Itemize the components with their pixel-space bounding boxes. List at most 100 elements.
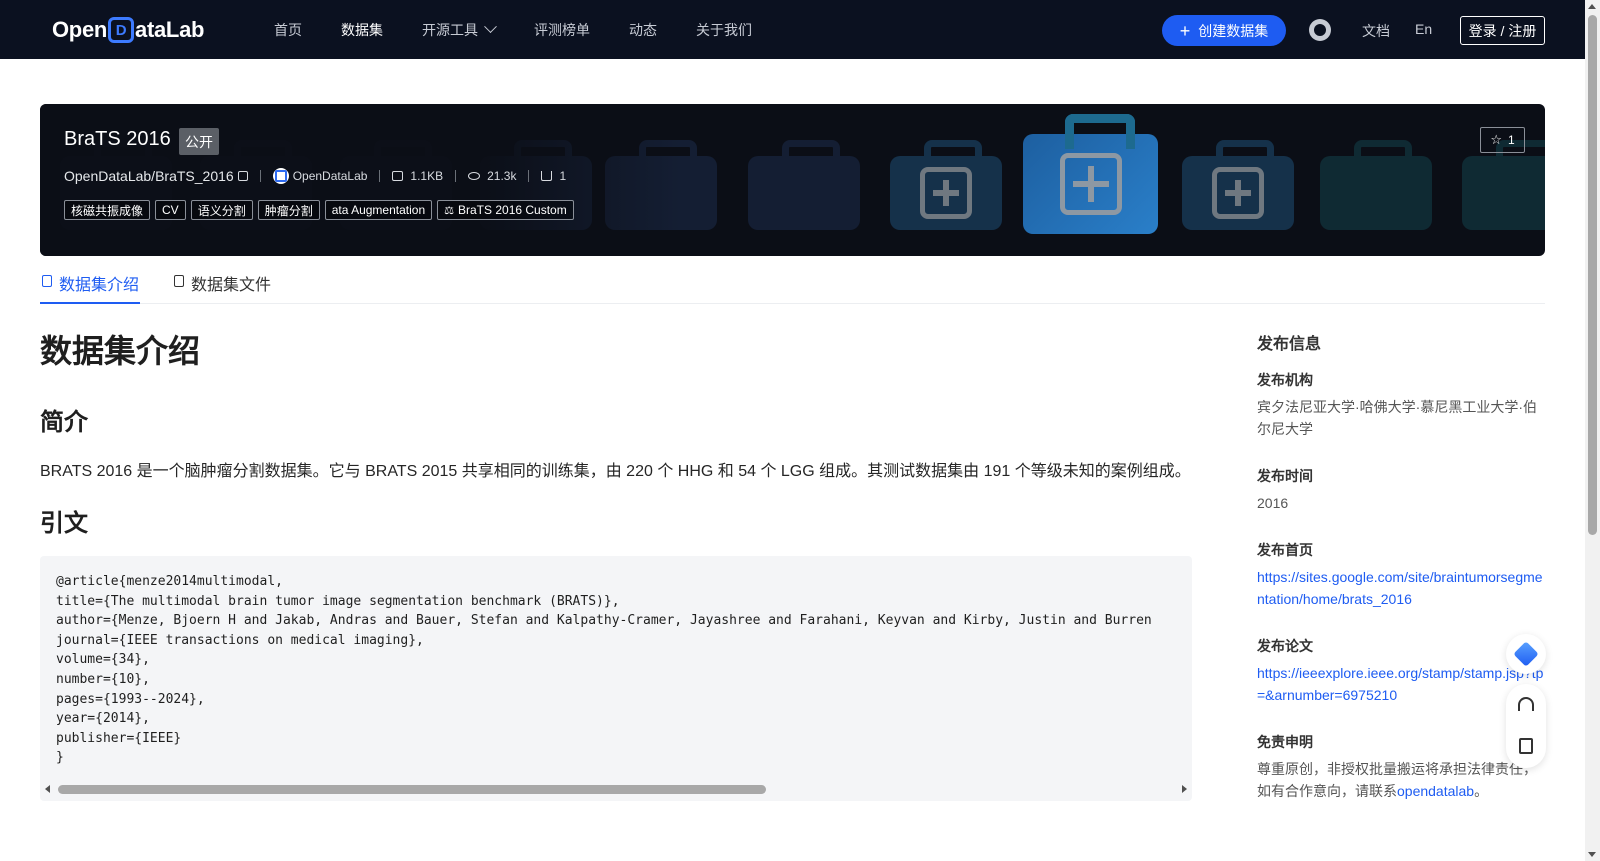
release-info-panel: 发布信息 发布机构 宾夕法尼亚大学·哈佛大学·慕尼黑工业大学·伯尔尼大学 发布时… bbox=[1257, 330, 1547, 799]
page-title: 数据集介绍 bbox=[40, 333, 201, 369]
disclaimer-end: 。 bbox=[1474, 783, 1489, 799]
database-icon bbox=[42, 275, 52, 287]
time-value: 2016 bbox=[1257, 495, 1289, 511]
tag[interactable]: 核磁共振成像 bbox=[64, 200, 151, 220]
contact-link[interactable]: opendatalab bbox=[1397, 783, 1474, 799]
license-label: BraTS 2016 Custom bbox=[458, 203, 567, 217]
star-button[interactable]: ☆ 1 bbox=[1480, 127, 1525, 153]
org-name[interactable]: OpenDataLab bbox=[293, 169, 368, 183]
top-nav: Open DataLab 首页 数据集 开源工具 评测榜单 动态 关于我们 + 创… bbox=[0, 0, 1585, 59]
language-toggle[interactable]: En bbox=[1415, 21, 1432, 37]
tab-files[interactable]: 数据集文件 bbox=[172, 271, 271, 304]
scrollbar-thumb[interactable] bbox=[1588, 15, 1597, 535]
medical-kit-icon bbox=[1182, 140, 1294, 230]
scale-icon: ⚖ bbox=[444, 204, 454, 217]
view-count: 21.3k bbox=[487, 169, 517, 183]
support-stack bbox=[1506, 684, 1546, 768]
homepage-label: 发布首页 bbox=[1257, 542, 1313, 558]
release-info-title: 发布信息 bbox=[1257, 336, 1322, 353]
eye-icon bbox=[468, 172, 481, 180]
org-avatar bbox=[272, 168, 289, 184]
headset-icon bbox=[1518, 697, 1534, 711]
nav-link-datasets[interactable]: 数据集 bbox=[341, 20, 383, 40]
tab-bar: 数据集介绍 数据集文件 bbox=[40, 266, 1545, 304]
tab-label: 数据集文件 bbox=[191, 277, 272, 294]
feedback-button[interactable] bbox=[1519, 738, 1533, 754]
star-icon: ☆ bbox=[1490, 132, 1502, 147]
tab-label: 数据集介绍 bbox=[59, 277, 140, 294]
license-tag[interactable]: ⚖ BraTS 2016 Custom bbox=[437, 200, 574, 220]
org-value: 宾夕法尼亚大学·哈佛大学·慕尼黑工业大学·伯尔尼大学 bbox=[1257, 399, 1537, 437]
horizontal-scrollbar[interactable] bbox=[40, 782, 1192, 797]
edit-note-icon bbox=[1519, 738, 1533, 754]
dataset-meta: OpenDataLab/BraTS_2016 OpenDataLab 1.1KB… bbox=[64, 166, 566, 186]
file-icon bbox=[174, 275, 184, 287]
nav-link-label: 开源工具 bbox=[422, 21, 478, 38]
paper-link[interactable]: https://ieeexplore.ieee.org/stamp/stamp.… bbox=[1257, 662, 1547, 706]
divider bbox=[455, 170, 457, 182]
create-dataset-label: 创建数据集 bbox=[1198, 22, 1269, 39]
page: Open DataLab 首页 数据集 开源工具 评测榜单 动态 关于我们 + 创… bbox=[0, 0, 1600, 861]
dataset-banner: BraTS 2016 公开 OpenDataLab/BraTS_2016 Ope… bbox=[40, 104, 1545, 256]
support-button[interactable] bbox=[1518, 697, 1534, 711]
docs-link[interactable]: 文档 bbox=[1362, 21, 1390, 41]
banner-decor-icon bbox=[1320, 140, 1432, 230]
disclaimer-label: 免责申明 bbox=[1257, 734, 1313, 750]
banner-decor-icon bbox=[748, 140, 860, 230]
scroll-down-icon[interactable] bbox=[1588, 852, 1596, 857]
citation-heading: 引文 bbox=[40, 510, 88, 537]
create-dataset-button[interactable]: + 创建数据集 bbox=[1162, 15, 1286, 46]
nav-link-label: 评测榜单 bbox=[534, 21, 590, 38]
logo[interactable]: Open DataLab bbox=[52, 14, 204, 46]
tag[interactable]: 语义分割 bbox=[190, 200, 253, 220]
nav-link-news[interactable]: 动态 bbox=[629, 20, 657, 40]
logo-text: Open bbox=[52, 17, 108, 42]
assistant-button[interactable] bbox=[1506, 634, 1546, 674]
chevron-down-icon bbox=[484, 20, 497, 34]
nav-link-tools[interactable]: 开源工具 bbox=[422, 20, 497, 40]
citation-code-block[interactable]: @article{menze2014multimodal, title={The… bbox=[40, 556, 1192, 801]
citation-code: @article{menze2014multimodal, title={The… bbox=[56, 574, 1152, 766]
login-register-button[interactable]: 登录 / 注册 bbox=[1460, 16, 1545, 45]
nav-link-label: 首页 bbox=[274, 21, 302, 38]
homepage-link[interactable]: https://sites.google.com/site/braintumor… bbox=[1257, 566, 1547, 610]
main-content: 数据集介绍 简介 BRATS 2016 是一个脑肿瘤分割数据集。它与 BRATS… bbox=[40, 326, 1192, 801]
logo-mark-icon: D bbox=[108, 17, 135, 43]
paper-label: 发布论文 bbox=[1257, 638, 1313, 654]
intro-heading: 简介 bbox=[40, 409, 88, 436]
tab-intro[interactable]: 数据集介绍 bbox=[40, 271, 140, 304]
download-icon bbox=[541, 171, 553, 181]
dataset-size: 1.1KB bbox=[410, 169, 444, 183]
github-icon[interactable] bbox=[1309, 19, 1331, 41]
nav-link-home[interactable]: 首页 bbox=[274, 20, 302, 40]
divider bbox=[379, 170, 381, 182]
visibility-badge: 公开 bbox=[179, 128, 219, 155]
logo-text-2: ataLab bbox=[135, 17, 205, 42]
disclaimer-text: 尊重原创，非授权批量搬运将承担法律责任，如有合作意向，请联系opendatala… bbox=[1257, 758, 1547, 802]
storage-icon bbox=[392, 171, 404, 181]
scroll-right-icon[interactable] bbox=[1182, 785, 1187, 793]
tag-list: 核磁共振成像 CV 语义分割 肿瘤分割 ata Augmentation ⚖ Br… bbox=[64, 200, 579, 220]
nav-links: 首页 数据集 开源工具 评测榜单 动态 关于我们 bbox=[274, 0, 791, 59]
scroll-up-icon[interactable] bbox=[1588, 4, 1596, 9]
nav-link-leaderboard[interactable]: 评测榜单 bbox=[534, 20, 590, 40]
divider bbox=[259, 170, 261, 182]
download-count: 1 bbox=[559, 169, 567, 183]
plus-icon: + bbox=[1179, 20, 1191, 41]
nav-link-about[interactable]: 关于我们 bbox=[696, 20, 752, 40]
tag[interactable]: CV bbox=[155, 200, 186, 220]
vertical-scrollbar[interactable] bbox=[1585, 0, 1600, 861]
dataset-title: BraTS 2016 bbox=[64, 128, 171, 150]
tag[interactable]: ata Augmentation bbox=[324, 200, 433, 220]
star-count: 1 bbox=[1507, 133, 1515, 147]
scrollbar-thumb[interactable] bbox=[58, 785, 766, 794]
assistant-icon bbox=[1513, 641, 1539, 667]
copy-icon[interactable] bbox=[237, 171, 248, 181]
medical-kit-icon bbox=[1023, 114, 1158, 234]
scroll-left-icon[interactable] bbox=[45, 785, 50, 793]
nav-link-label: 关于我们 bbox=[696, 21, 752, 38]
divider bbox=[528, 170, 530, 182]
banner-decor-icon bbox=[1462, 140, 1545, 230]
tag[interactable]: 肿瘤分割 bbox=[257, 200, 320, 220]
nav-link-label: 数据集 bbox=[341, 21, 383, 38]
